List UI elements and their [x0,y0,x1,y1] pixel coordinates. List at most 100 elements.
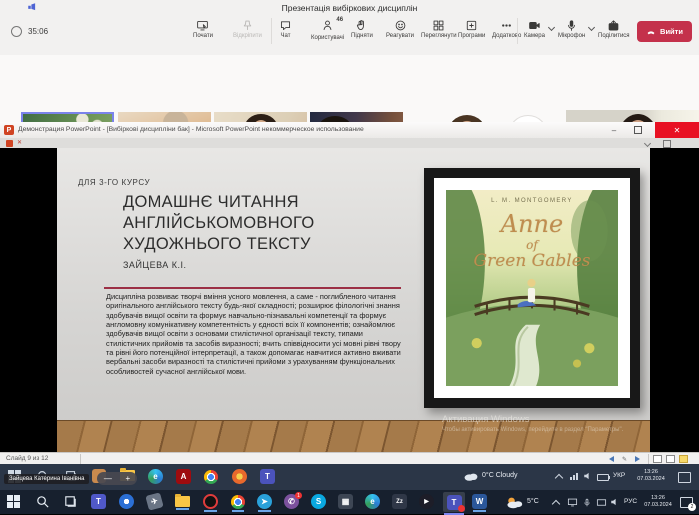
slideshow-tab-icon [6,140,13,147]
notifications-badge: 2 [688,503,696,511]
apps-button[interactable]: Програми [458,19,485,39]
local-taskbar: T ✈ ➤ ✆ 1 S ▦ e Zz ▶ T W 5°C РУС 13:26 0… [0,490,699,514]
slide-title-line: ХУДОЖНЬОГО ТЕКСТУ [123,235,311,254]
share-button[interactable]: Поділитися [598,19,630,39]
teams-badge [458,505,465,512]
unpin-button[interactable]: Відкріпити [233,19,262,39]
remote-taskbar: e A T 0°C Cloudy УКР 13:26 07.03.2024 За… [0,464,699,490]
remote-weather-text: 0°C Cloudy [482,472,517,479]
people-icon [321,19,334,32]
more-dots-icon [500,19,513,32]
remote-clock: 13:26 07.03.2024 [634,469,668,483]
skype-icon[interactable]: S [311,494,326,509]
calculator-icon[interactable]: ▦ [338,494,353,509]
start-sharing-button[interactable]: Почати [193,19,213,39]
app-icon-gray[interactable]: ✈ [147,494,162,509]
zoom-in-button[interactable]: + [125,474,130,483]
remote-teams-icon: T [260,469,275,484]
slide-number: Слайд 9 из 12 [6,455,48,462]
remote-language-indicator: УКР [613,472,625,479]
telegram-icon[interactable]: ➤ [257,494,272,509]
meeting-timer-icon [11,26,22,37]
edge-icon[interactable]: e [365,494,380,509]
slide-title-line: ДОМАШНЄ ЧИТАННЯ [123,193,299,212]
slideshow-tab-close-icon: ✕ [17,139,22,146]
meeting-title: Презентація вибіркових дисциплін [0,3,699,13]
zoom-out-button[interactable]: — [104,474,112,483]
camera-button[interactable]: Камера [524,19,545,39]
substrip-chevron-icon [644,140,651,147]
book-title-anne: Anne [446,210,618,238]
minimize-button: – [603,122,625,138]
viber-icon[interactable]: ✆ 1 [284,494,299,509]
microphone-button[interactable]: Мікрофон [558,19,585,39]
media-player-icon[interactable]: ▶ [419,494,434,509]
opera-icon[interactable] [203,494,218,509]
pin-icon [241,19,254,32]
powerpoint-window-title: Демонстрация PowerPoint - [Вибіркові дис… [18,126,593,133]
react-button[interactable]: Реагувати [386,19,414,39]
participants-count: 46 [336,17,343,23]
app-icon-blue[interactable] [119,494,134,509]
remote-adobe-icon: A [176,469,191,484]
status-divider [648,454,649,464]
book-cover: L. M. MONTGOMERY Anne of Green Gables [446,190,618,386]
slide-kicker: ДЛЯ 3-ГО КУРСУ [78,178,150,187]
chat-button[interactable]: Чат [279,19,292,39]
remote-battery-icon [597,474,609,481]
leave-button[interactable]: Вийти [637,21,692,42]
substrip-box-icon [663,140,671,148]
clock[interactable]: 13:26 07.03.2024 [641,495,675,509]
book-title-of: of [446,238,618,252]
remote-chrome-icon [204,470,218,484]
tray-monitor-icon[interactable] [596,497,607,508]
book-title-green-gables: Green Gables [446,251,618,271]
start-button[interactable] [7,495,20,508]
meeting-timer: 35:06 [28,27,48,36]
present-screen-icon [196,19,209,32]
normal-view-button [653,455,662,463]
slide-title-line: АНГЛІЙСЬКОМОВНОГО [123,214,314,233]
slide: ДЛЯ 3-ГО КУРСУ ДОМАШНЄ ЧИТАННЯ АНГЛІЙСЬК… [57,148,650,452]
sorter-view-button [666,455,675,463]
remote-network-icon [570,473,578,480]
tray-expand-chevron[interactable] [552,500,560,508]
camera-options-chevron[interactable] [548,24,555,31]
presenter-name-tag: Зайцева Катерина Іванівна [4,474,89,484]
tray-speaker-icon[interactable] [610,497,620,507]
microphone-options-chevron[interactable] [588,24,595,31]
share-screen-icon [607,19,620,32]
raise-hand-button[interactable]: Підняти [351,19,373,39]
weather-text[interactable]: 5°C [527,498,539,505]
word-icon[interactable]: W [472,494,487,509]
view-button[interactable]: Переглянути [421,19,457,39]
tray-mic-icon[interactable] [582,497,592,508]
slideshow-view-button [679,455,688,463]
chrome-icon[interactable] [231,495,245,509]
slide-author: ЗАЙЦЕВА К.І. [123,260,187,270]
file-explorer-icon[interactable] [175,493,190,507]
divider-line [104,287,401,289]
toolbar-divider [517,18,518,44]
viber-badge: 1 [295,492,302,499]
shared-content-zoom-control[interactable]: — + [97,472,137,485]
participants-button[interactable]: 46 Користувачі [311,19,344,41]
slide-body-text: Дисципліна розвиває творчі вміння усного… [106,292,402,376]
book-cover-frame: L. M. MONTGOMERY Anne of Green Gables [424,168,640,408]
apps-plus-icon [465,19,478,32]
teams-active-icon[interactable]: T [443,492,465,512]
chat-icon [279,19,292,32]
search-icon[interactable] [35,494,50,509]
pen-tools-button: ✎ [620,455,629,463]
toolbar-divider [271,18,272,44]
tray-display-icon[interactable] [567,497,578,508]
teams-taskbar-icon[interactable]: T [91,494,106,509]
raise-hand-icon [355,19,368,32]
snipping-app-icon[interactable]: Zz [392,494,407,509]
powerpoint-app-icon: P [4,125,14,135]
remote-weather-icon [463,470,479,482]
camera-icon [528,19,541,32]
task-view-icon[interactable] [63,494,78,509]
language-indicator[interactable]: РУС [624,498,637,505]
weather-icon[interactable] [505,496,523,509]
